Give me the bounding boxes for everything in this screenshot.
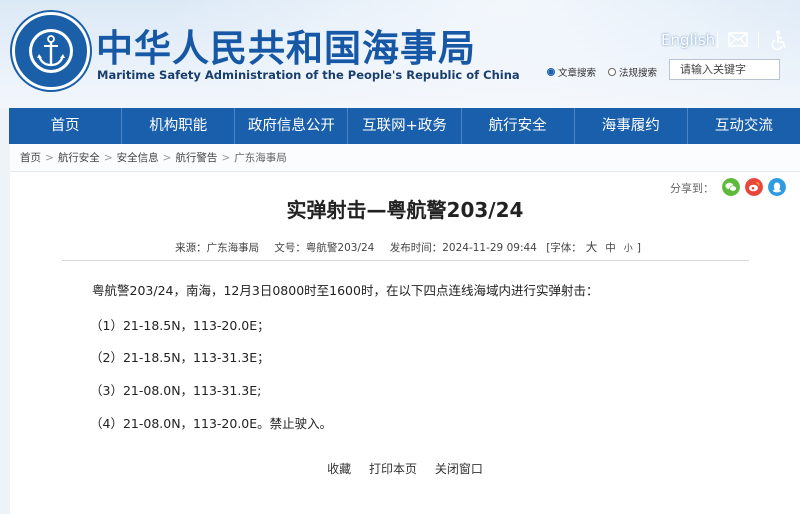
nav-item-compliance[interactable]: 海事履约 xyxy=(575,108,688,144)
article-meta: 来源：广东海事局 文号：粤航警203/24 发布时间：2024-11-29 09… xyxy=(10,239,800,255)
site-header: 中华人民共和国海事局 Maritime Safety Administratio… xyxy=(0,0,800,108)
print-link[interactable]: 打印本页 xyxy=(369,462,417,476)
font-size-label: [字体： xyxy=(546,242,582,254)
breadcrumb-home[interactable]: 首页 xyxy=(20,152,41,164)
china-msa-logo[interactable] xyxy=(12,12,90,90)
nav-item-home[interactable]: 首页 xyxy=(9,108,123,144)
breadcrumb-safety-info[interactable]: 安全信息 xyxy=(117,152,159,164)
chevron-right-icon: > xyxy=(103,152,113,164)
nav-item-internet-gov[interactable]: 互联网+政务 xyxy=(348,108,462,144)
radio-selected-icon[interactable] xyxy=(547,68,555,76)
divider xyxy=(717,32,718,48)
article-source: 来源：广东海事局 xyxy=(175,242,260,254)
article-publish-time: 发布时间：2024-11-29 09:44 xyxy=(389,242,537,254)
font-size-small[interactable]: 小 xyxy=(624,244,633,254)
article-paragraph: （4）21-08.0N，113-20.0E。禁止驶入。 xyxy=(90,416,333,431)
close-window-link[interactable]: 关闭窗口 xyxy=(435,462,483,476)
mail-icon[interactable] xyxy=(728,32,748,47)
article-actions: 收藏 打印本页 关闭窗口 xyxy=(10,460,800,477)
wheelchair-icon[interactable] xyxy=(770,30,788,50)
divider xyxy=(758,32,759,48)
nav-item-navigation-safety[interactable]: 航行安全 xyxy=(462,108,575,144)
english-link[interactable]: English xyxy=(661,31,715,49)
site-subtitle: Maritime Safety Administration of the Pe… xyxy=(97,68,520,82)
breadcrumb-current: 广东海事局 xyxy=(234,152,287,164)
site-title: 中华人民共和国海事局 xyxy=(96,27,476,70)
font-size-medium[interactable]: 中 xyxy=(605,242,616,254)
article-doc-number: 文号：粤航警203/24 xyxy=(274,242,375,254)
main-nav: 首页 机构职能 政府信息公开 互联网+政务 航行安全 海事履约 互动交流 xyxy=(9,108,800,144)
divider xyxy=(62,260,749,261)
article-paragraph: （1）21-18.5N，113-20.0E； xyxy=(90,318,270,333)
breadcrumb-warnings[interactable]: 航行警告 xyxy=(175,152,217,164)
nav-item-interaction[interactable]: 互动交流 xyxy=(688,108,800,144)
chevron-right-icon: > xyxy=(221,152,231,164)
search-input[interactable] xyxy=(669,59,780,80)
radio-icon[interactable] xyxy=(608,68,616,76)
font-size-control: [字体： 大中小] xyxy=(546,240,641,254)
nav-item-functions[interactable]: 机构职能 xyxy=(122,108,236,144)
font-size-large[interactable]: 大 xyxy=(586,240,598,254)
article-title: 实弹射击—粤航警203/24 xyxy=(286,198,524,222)
search-scope-article[interactable]: 文章搜索 xyxy=(547,65,596,79)
article-paragraph: 粤航警203/24，南海，12月3日0800时至1600时，在以下四点连线海域内… xyxy=(92,283,599,298)
article-panel: 分享到： 实弹射击—粤航警203/24 来源：广东海事局 文号：粤航警203/2… xyxy=(10,172,800,514)
article-paragraph: （2）21-18.5N，113-31.3E； xyxy=(90,350,270,365)
chevron-right-icon: > xyxy=(162,152,172,164)
article-paragraph: （3）21-08.0N，113-31.3E; xyxy=(90,383,262,398)
favorite-link[interactable]: 收藏 xyxy=(327,462,351,476)
search-scope-regulation[interactable]: 法规搜索 xyxy=(608,65,657,79)
chevron-right-icon: > xyxy=(45,152,54,164)
breadcrumb-navigation-safety[interactable]: 航行安全 xyxy=(58,152,100,164)
breadcrumb: 首页 > 航行安全 > 安全信息 > 航行警告 > 广东海事局 xyxy=(10,144,800,172)
nav-item-gov-info[interactable]: 政府信息公开 xyxy=(235,108,349,144)
font-size-end: ] xyxy=(636,242,641,254)
